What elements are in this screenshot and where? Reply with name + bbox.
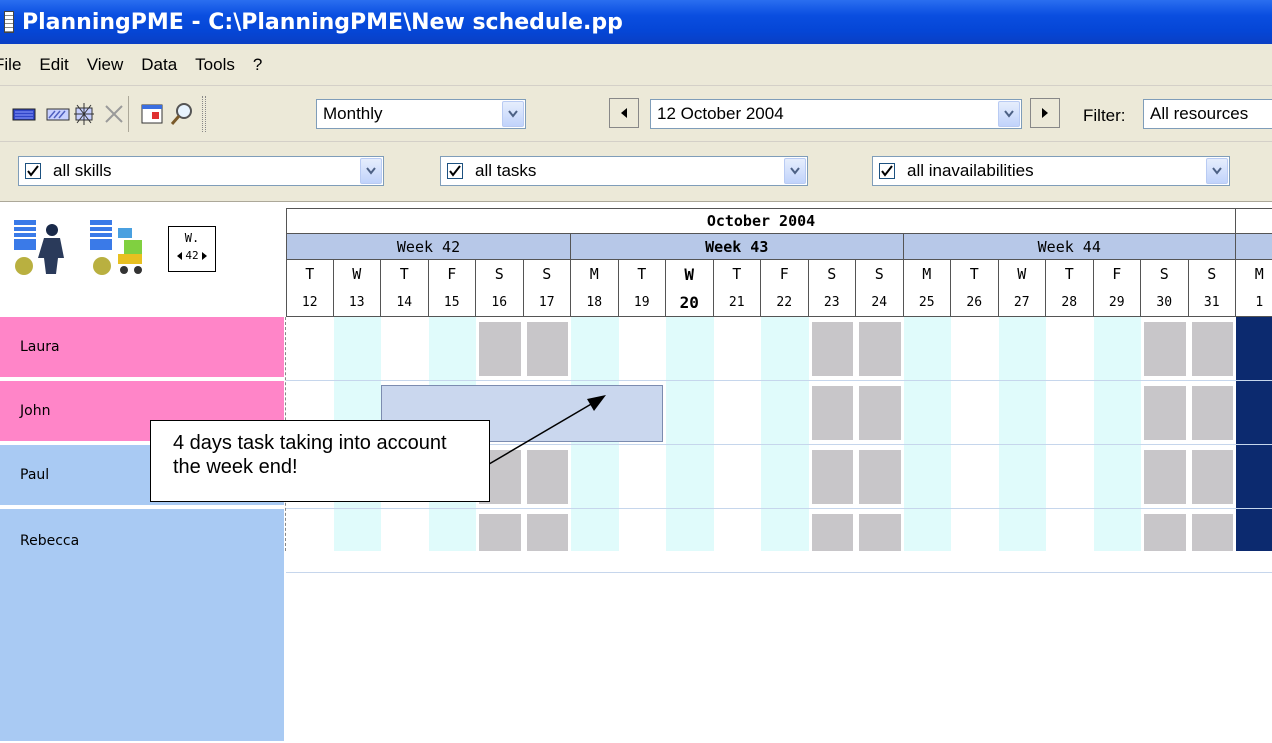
annotation-callout: 4 days task taking into account the week… [150, 420, 490, 502]
annotation-text: 4 days task taking into account the week… [173, 432, 447, 478]
row-line [286, 572, 1272, 573]
